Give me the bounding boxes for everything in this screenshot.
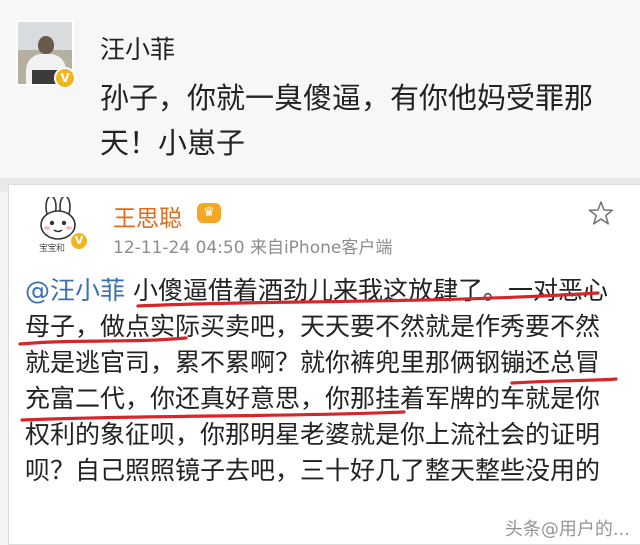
post-meta: 12-11-24 04:50 来自iPhone客户端 (113, 238, 393, 258)
verified-badge-icon: V (54, 67, 76, 89)
username[interactable]: 王思聪 (113, 199, 182, 233)
avatar-caption: 宝宝和 (39, 244, 65, 254)
post-text: 孙子，你就一臭傻逼，有你他妈受罪那天！小崽子 (100, 81, 594, 160)
post-card-wang-sicong: 宝宝和 V 王思聪 ♛ 12-11-24 04:50 来自iPhone客户端 @… (8, 184, 640, 545)
username[interactable]: 汪小菲 (100, 30, 175, 66)
post-text: @汪小菲 小傻逼借着酒劲儿来我这放肆了。一对恶心母子，做点实际买卖吧，天天要不然… (25, 273, 625, 489)
verified-badge-icon: V (69, 231, 89, 251)
post-card-wang-xiaofei: V 汪小菲 孙子，你就一臭傻逼，有你他妈受罪那天！小崽子 (0, 0, 640, 178)
watermark: 头条@用户的... (504, 519, 630, 540)
star-outline-icon[interactable] (587, 199, 615, 227)
mention-link[interactable]: @汪小菲 (25, 276, 125, 305)
crown-badge-icon: ♛ (197, 203, 221, 223)
